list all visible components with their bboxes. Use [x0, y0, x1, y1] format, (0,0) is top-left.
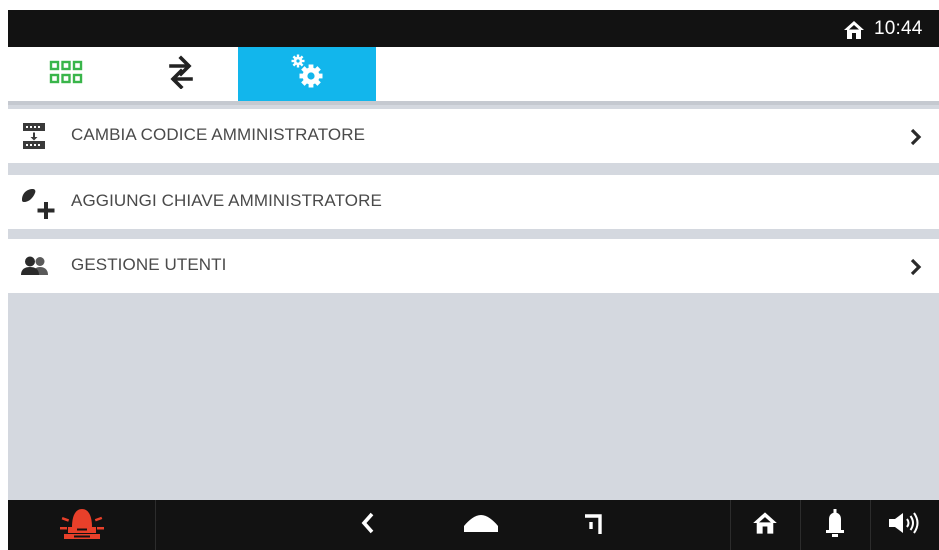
- bell-icon: [825, 508, 845, 542]
- back-chevron-icon: [361, 512, 375, 539]
- notifications-button[interactable]: [801, 500, 869, 550]
- menu-item-label: GESTIONE UTENTI: [71, 255, 227, 274]
- apps-grid-icon: [49, 60, 83, 89]
- back-button[interactable]: [343, 500, 393, 550]
- home-dome-icon: [463, 513, 499, 538]
- volume-button[interactable]: [871, 500, 939, 550]
- recent-corner-icon: [582, 511, 604, 540]
- tab-bar-divider: [8, 101, 939, 105]
- settings-gears-icon: [290, 54, 324, 95]
- tab-swap[interactable]: [123, 47, 238, 101]
- add-key-icon: [21, 187, 55, 219]
- home-automation-button[interactable]: [731, 500, 799, 550]
- tab-settings[interactable]: [238, 47, 376, 101]
- menu-item-label: CAMBIA CODICE AMMINISTRATORE: [71, 125, 366, 144]
- menu-item-add-admin-key[interactable]: AGGIUNGI CHIAVE AMMINISTRATORE: [8, 175, 939, 229]
- recent-apps-button[interactable]: [568, 500, 618, 550]
- tab-apps[interactable]: [8, 47, 123, 101]
- menu-item-label: AGGIUNGI CHIAVE AMMINISTRATORE: [71, 191, 382, 210]
- status-bar: 10:44: [8, 10, 939, 47]
- chevron-right-icon: [910, 258, 922, 281]
- menu-item-change-admin-code[interactable]: CAMBIA CODICE AMMINISTRATORE: [8, 109, 939, 163]
- change-code-icon: [21, 122, 47, 150]
- device-screen: 10:44 CAMBIA CODICE AMMINISTRATORE AGGIU…: [8, 10, 939, 550]
- status-time: 10:44: [874, 18, 923, 39]
- tab-bar: [8, 47, 939, 101]
- bottom-nav-bar: [8, 500, 939, 550]
- chevron-right-icon: [910, 128, 922, 151]
- alarm-siren-icon: [59, 505, 104, 546]
- users-icon: [21, 256, 48, 284]
- home-nav-button[interactable]: [456, 500, 506, 550]
- nav-divider: [155, 500, 156, 550]
- home-icon: [752, 511, 778, 540]
- swap-arrows-icon: [168, 54, 194, 94]
- menu-item-user-management[interactable]: GESTIONE UTENTI: [8, 239, 939, 293]
- volume-icon: [888, 511, 922, 539]
- alarm-button[interactable]: [8, 500, 155, 550]
- home-icon: [843, 20, 865, 45]
